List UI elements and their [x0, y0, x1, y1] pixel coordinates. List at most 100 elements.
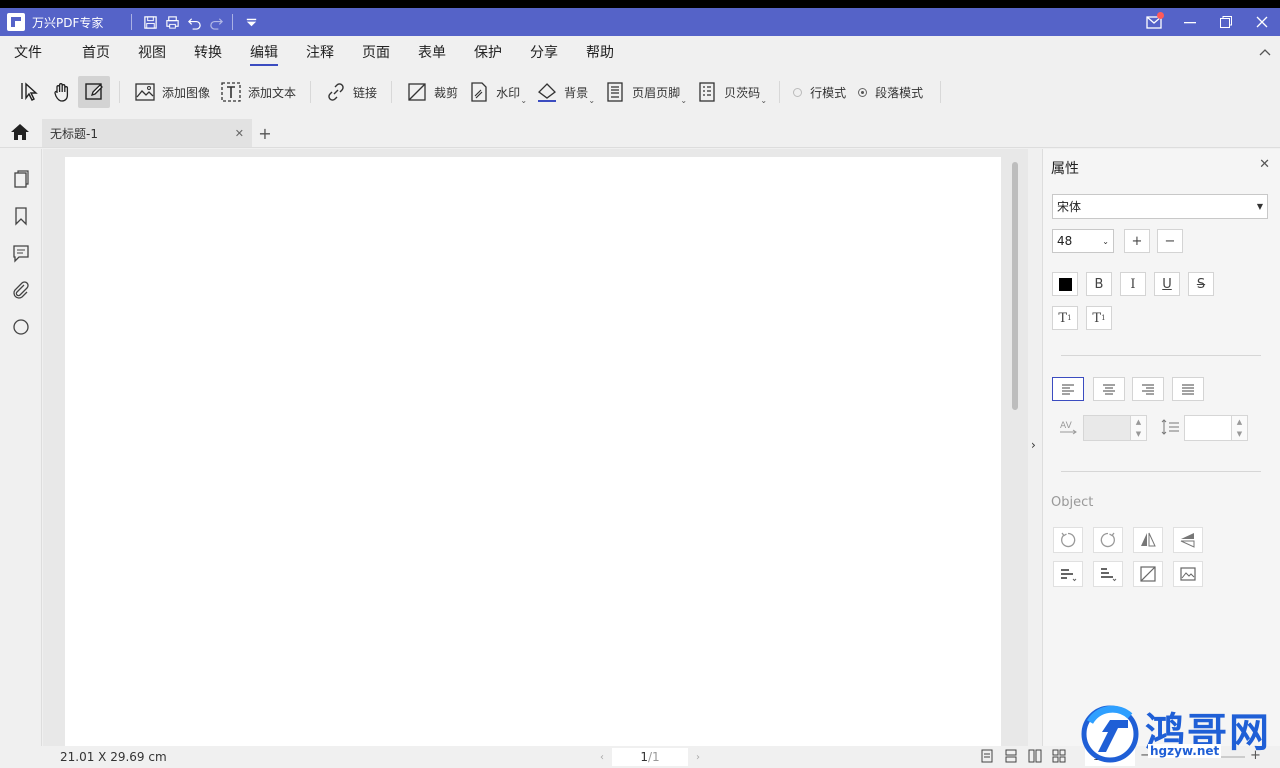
watermark-button[interactable]: 水印 ⌄ — [463, 76, 527, 108]
char-spacing-icon: AV — [1060, 421, 1077, 435]
crop-icon — [408, 83, 426, 101]
single-page-view-icon[interactable] — [980, 749, 994, 763]
search-icon[interactable] — [0, 308, 42, 345]
print-icon[interactable] — [162, 12, 182, 32]
spinner-arrows[interactable]: ▲ ▼ — [1130, 416, 1146, 440]
bates-label: 贝茨码 — [724, 85, 761, 100]
strikethrough-button[interactable]: S — [1188, 272, 1214, 296]
line-spacing-icon — [1161, 419, 1179, 435]
close-button[interactable] — [1244, 8, 1280, 36]
save-icon[interactable] — [140, 12, 160, 32]
text-color-button[interactable] — [1052, 272, 1078, 296]
menu-help[interactable]: 帮助 — [572, 36, 628, 70]
undo-icon[interactable] — [184, 12, 204, 32]
increase-font-button[interactable]: + — [1124, 229, 1150, 253]
header-footer-button[interactable]: 页眉页脚 ⌄ — [599, 76, 687, 108]
hand-tool[interactable] — [46, 76, 78, 108]
align-justify-button[interactable] — [1172, 377, 1204, 401]
collapse-ribbon-icon[interactable] — [1258, 46, 1272, 60]
comment-icon[interactable] — [0, 234, 42, 271]
align-left-button[interactable] — [1052, 377, 1084, 401]
font-family-select[interactable]: 宋体 ▼ — [1052, 194, 1268, 219]
select-tool[interactable] — [14, 76, 46, 108]
decrease-font-button[interactable]: − — [1157, 229, 1183, 253]
underline-button[interactable]: U — [1154, 272, 1180, 296]
link-button[interactable]: 链接 — [320, 76, 382, 108]
rotate-left-button[interactable] — [1053, 527, 1083, 553]
minimize-button[interactable] — [1172, 8, 1208, 36]
divider — [1061, 355, 1261, 356]
cursor-icon — [21, 82, 38, 101]
vertical-scrollbar[interactable] — [1012, 162, 1018, 410]
menu-edit[interactable]: 编辑 — [236, 36, 292, 70]
page-number-input[interactable]: 1/1 — [612, 748, 688, 766]
align-objects-icon — [1061, 569, 1077, 582]
background-label: 背景 — [564, 85, 589, 100]
redo-icon[interactable] — [206, 12, 226, 32]
char-spacing-input[interactable]: ▲ ▼ — [1083, 415, 1147, 441]
menu-form[interactable]: 表单 — [404, 36, 460, 70]
new-tab-icon[interactable]: + — [252, 119, 278, 147]
home-icon[interactable] — [0, 117, 40, 147]
menu-comment[interactable]: 注释 — [292, 36, 348, 70]
flip-vertical-button[interactable] — [1173, 527, 1203, 553]
dropdown-caret-icon: ⌄ — [760, 96, 768, 105]
watermark-icon — [471, 82, 487, 102]
menu-page[interactable]: 页面 — [348, 36, 404, 70]
line-spacing-input[interactable]: ▲ ▼ — [1184, 415, 1248, 441]
align-center-icon — [1103, 384, 1115, 395]
document-tab[interactable]: 无标题-1 ✕ — [42, 119, 252, 147]
superscript-button[interactable]: T1 — [1052, 306, 1078, 330]
bates-button[interactable]: 贝茨码 ⌄ — [691, 76, 768, 108]
rotate-right-button[interactable] — [1093, 527, 1123, 553]
spinner-arrows[interactable]: ▲ ▼ — [1231, 416, 1247, 440]
customize-dropdown-icon[interactable] — [241, 12, 261, 32]
align-objects-button[interactable] — [1053, 561, 1083, 587]
align-right-button[interactable] — [1132, 377, 1164, 401]
bookmark-icon[interactable] — [0, 197, 42, 234]
italic-button[interactable]: I — [1120, 272, 1146, 296]
close-tab-icon[interactable]: ✕ — [235, 127, 244, 140]
crop-object-button[interactable] — [1133, 561, 1163, 587]
header-footer-icon — [607, 82, 623, 102]
bold-button[interactable]: B — [1086, 272, 1112, 296]
document-tab-bar: 无标题-1 ✕ + — [0, 118, 1280, 148]
edit-icon — [85, 83, 103, 100]
add-image-button[interactable]: 添加图像 — [129, 76, 215, 108]
mail-icon[interactable] — [1136, 8, 1172, 36]
maximize-button[interactable] — [1208, 8, 1244, 36]
background-button[interactable]: 背景 ⌄ — [531, 76, 595, 108]
menu-home[interactable]: 首页 — [56, 36, 124, 70]
grid-view-icon[interactable] — [1052, 749, 1066, 763]
next-page-icon[interactable]: › — [696, 752, 700, 763]
align-center-button[interactable] — [1093, 377, 1125, 401]
thumbnails-icon[interactable] — [0, 160, 42, 197]
attachment-icon[interactable] — [0, 271, 42, 308]
document-canvas[interactable] — [43, 149, 1028, 746]
close-icon[interactable]: ✕ — [1259, 157, 1270, 172]
menu-convert[interactable]: 转换 — [180, 36, 236, 70]
menu-share[interactable]: 分享 — [516, 36, 572, 70]
line-mode-radio[interactable]: 行模式 — [793, 84, 846, 101]
add-text-label: 添加文本 — [248, 85, 297, 100]
font-size-select[interactable]: 48 ⌄ — [1052, 229, 1114, 253]
crop-button[interactable]: 裁剪 — [401, 76, 463, 108]
menu-protect[interactable]: 保护 — [460, 36, 516, 70]
edit-tool[interactable] — [78, 76, 110, 108]
menu-file[interactable]: 文件 — [0, 36, 56, 70]
subscript-button[interactable]: T1 — [1086, 306, 1112, 330]
collapse-right-panel-icon[interactable]: › — [1031, 438, 1036, 452]
replace-image-button[interactable] — [1173, 561, 1203, 587]
prev-page-icon[interactable]: ‹ — [600, 752, 604, 763]
flip-horizontal-icon — [1141, 532, 1156, 547]
distribute-objects-button[interactable] — [1093, 561, 1123, 587]
background-icon — [538, 83, 557, 102]
paragraph-mode-radio[interactable]: 段落模式 — [858, 84, 923, 101]
continuous-view-icon[interactable] — [1004, 749, 1018, 763]
menu-view[interactable]: 视图 — [124, 36, 180, 70]
chevron-down-icon: ▼ — [1256, 202, 1263, 211]
flip-horizontal-button[interactable] — [1133, 527, 1163, 553]
add-text-button[interactable]: 添加文本 — [215, 76, 301, 108]
two-page-view-icon[interactable] — [1028, 749, 1042, 763]
pdf-page[interactable] — [65, 157, 1001, 746]
